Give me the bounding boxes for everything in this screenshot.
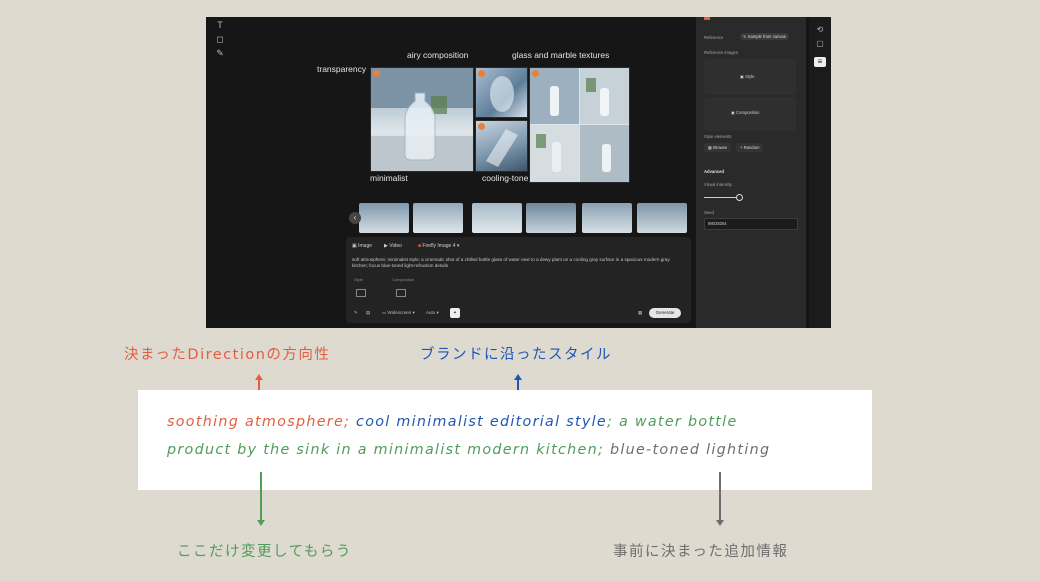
style-elements-label: Style elements — [704, 134, 732, 139]
prompt-textarea[interactable]: soft atmosphere; minimalist style; a cin… — [352, 257, 672, 269]
settings-panel: Reference ✎ Sample from canvas Reference… — [696, 17, 806, 328]
style-reference-box[interactable]: ▣ Style — [704, 59, 796, 95]
image-grid-glass-marble[interactable] — [529, 67, 630, 183]
history-icon[interactable]: ⟲ — [814, 25, 826, 35]
composition-box-label: ▣ Composition — [731, 110, 760, 115]
right-toolbar: ⟲ ▢ ≡ — [809, 17, 831, 328]
select-icon[interactable]: ◻ — [213, 33, 227, 45]
segment-lighting: blue-toned lighting — [609, 442, 771, 458]
comment-icon[interactable]: ▢ — [814, 39, 826, 49]
auto-selector[interactable]: Auto ▾ — [426, 310, 439, 316]
visual-intensity-label: Visual intensity — [704, 182, 732, 187]
label-minimalist: minimalist — [370, 173, 408, 183]
tab-video[interactable]: ▶ Video — [384, 243, 402, 249]
text-icon[interactable]: T — [213, 19, 227, 31]
label-glass-marble: glass and marble textures — [512, 50, 610, 60]
magic-icon[interactable]: ✦ — [450, 308, 460, 318]
annotation-direction: 決まったDirectionの方向性 — [124, 347, 331, 363]
arrow-down-gray — [716, 472, 724, 526]
image-settings-icon[interactable]: ▤ — [366, 310, 370, 316]
advanced-heading: Advanced — [704, 169, 725, 174]
slider-handle[interactable] — [736, 194, 743, 201]
label-airy-composition: airy composition — [407, 50, 469, 60]
annotation-change: ここだけ変更してもらう — [177, 544, 352, 560]
thumbnail[interactable] — [582, 203, 632, 233]
history-thumbnails — [349, 203, 689, 233]
flag-badge — [478, 70, 485, 77]
style-reference-icon[interactable] — [356, 289, 366, 297]
model-selector[interactable]: ■ Firefly Image 4 ▾ — [418, 243, 459, 249]
grid-illustration — [530, 68, 629, 182]
thumbnail[interactable] — [526, 203, 576, 233]
annotation-brand: ブランドに沿ったスタイル — [420, 347, 612, 363]
label-transparency: transparency — [317, 64, 367, 74]
style-label: Style — [354, 277, 363, 282]
image-tile-glass-2[interactable] — [475, 120, 528, 172]
adjust-icon[interactable]: ≡ — [814, 57, 826, 67]
composition-reference-box[interactable]: ▣ Composition — [704, 97, 796, 131]
segment-atmosphere: soothing atmosphere; — [167, 414, 351, 430]
chevron-left-icon[interactable]: ‹ — [349, 212, 361, 224]
segment-subject-start: ; a water bottle — [607, 414, 738, 430]
gallery-icon[interactable]: ▦ — [638, 310, 642, 316]
thumbnail[interactable] — [472, 203, 522, 233]
annotation-added: 事前に決まった追加情報 — [613, 544, 789, 560]
tab-image[interactable]: ▣ Image — [352, 243, 372, 249]
image-tile-minimalist[interactable] — [370, 67, 474, 172]
sample-from-canvas-button[interactable]: ✎ Sample from canvas — [740, 33, 789, 40]
flag-badge — [532, 70, 539, 77]
panel-accent — [704, 17, 710, 20]
generate-button[interactable]: Generate — [649, 308, 681, 318]
composition-label: Composition — [392, 277, 415, 282]
segment-subject-end: product by the sink in a minimalist mode… — [167, 442, 605, 458]
seed-input[interactable]: 98028254 — [704, 218, 798, 230]
bottle-illustration — [371, 68, 473, 171]
brush-icon[interactable]: ✎ — [213, 47, 227, 59]
random-button[interactable]: + Random — [736, 143, 764, 152]
flag-badge — [478, 123, 485, 130]
composition-reference-icon[interactable] — [396, 289, 406, 297]
seed-label: Seed — [704, 210, 714, 215]
thumbnail[interactable] — [413, 203, 463, 233]
reference-heading: Reference — [704, 35, 724, 40]
app-screenshot: T ◻ ✎ airy composition glass and marble … — [206, 17, 831, 328]
aspect-selector[interactable]: ▭ Widescreen ▾ — [382, 310, 415, 316]
flag-badge — [373, 70, 380, 77]
image-tile-glass-1[interactable] — [475, 67, 528, 118]
browse-button[interactable]: ▦ Browse — [704, 143, 732, 152]
left-toolbar: T ◻ ✎ — [213, 17, 227, 77]
segment-style: cool minimalist editorial style — [356, 414, 607, 430]
thumbnail[interactable] — [359, 203, 409, 233]
label-cooling-tone: cooling-tone — [482, 173, 529, 183]
prompt-line-2: product by the sink in a minimalist mode… — [167, 442, 770, 458]
reference-images-label: Reference images — [704, 50, 738, 55]
visual-intensity-slider[interactable] — [704, 197, 738, 198]
wand-icon[interactable]: ✎ — [354, 310, 358, 316]
prompt-panel: ▣ Image ▶ Video ■ Firefly Image 4 ▾ soft… — [346, 237, 691, 323]
style-box-label: ▣ Style — [740, 74, 755, 79]
thumbnail[interactable] — [637, 203, 687, 233]
prompt-line-1: soothing atmosphere; cool minimalist edi… — [167, 414, 738, 430]
prompt-card: soothing atmosphere; cool minimalist edi… — [138, 390, 872, 490]
arrow-down-green — [257, 472, 265, 526]
